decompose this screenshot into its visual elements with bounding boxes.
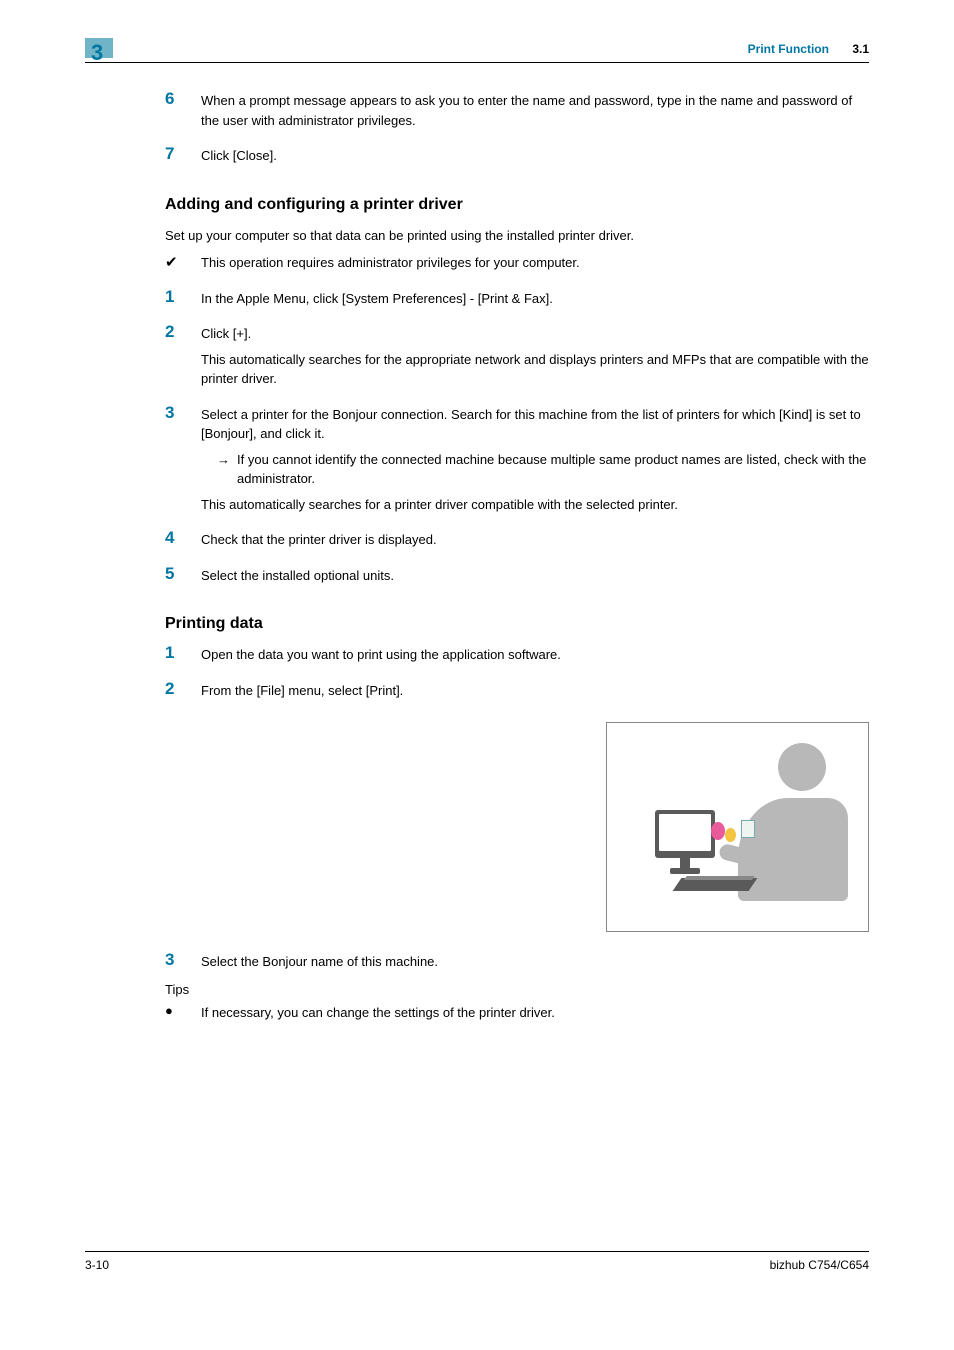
sub-note: → If you cannot identify the connected m… [201,450,869,489]
step-7: 7 Click [Close]. [165,146,869,166]
chapter-number: 3 [91,40,103,66]
step-text: In the Apple Menu, click [System Prefere… [201,289,869,309]
step-cont: This automatically searches for the appr… [201,350,869,389]
step-6: 6 When a prompt message appears to ask y… [165,91,869,130]
step-number: 4 [165,528,201,548]
step-number: 7 [165,144,201,164]
header-section-number: 3.1 [852,42,869,56]
step-text: Click [Close]. [201,146,869,166]
page-number: 3-10 [85,1258,109,1272]
step-number: 1 [165,643,201,663]
footer-rule [85,1251,869,1252]
step-number: 6 [165,89,201,109]
step-text: Select the Bonjour name of this machine. [201,952,869,972]
step-cont: This automatically searches for a printe… [201,495,869,515]
chapter-tab: 3 [85,38,113,58]
header-title: Print Function [748,42,829,56]
bullet-icon: ● [165,1003,201,1023]
arrow-icon: → [217,450,237,489]
header-rule [85,62,869,63]
step-text: Check that the printer driver is display… [201,530,869,550]
step-text: Click [+]. [201,324,869,344]
step-text: Select the installed optional units. [201,566,869,586]
step-a3: 3 Select a printer for the Bonjour conne… [165,405,869,515]
step-a4: 4 Check that the printer driver is displ… [165,530,869,550]
step-b2: 2 From the [File] menu, select [Print]. [165,681,869,701]
step-number: 2 [165,679,201,699]
tips-label: Tips [165,982,869,997]
step-text: Open the data you want to print using th… [201,645,869,665]
check-icon: ✔ [165,253,201,273]
tip-text: If necessary, you can change the setting… [201,1003,869,1023]
step-a1: 1 In the Apple Menu, click [System Prefe… [165,289,869,309]
step-number: 3 [165,403,201,423]
step-number: 3 [165,950,201,970]
section-adding-heading: Adding and configuring a printer driver [165,196,869,214]
section-intro: Set up your computer so that data can be… [165,226,869,246]
section-printing-heading: Printing data [165,615,869,633]
step-a2: 2 Click [+]. This automatically searches… [165,324,869,389]
step-a5: 5 Select the installed optional units. [165,566,869,586]
tip-item: ● If necessary, you can change the setti… [165,1003,869,1023]
step-text: From the [File] menu, select [Print]. [201,681,869,701]
step-text: Select a printer for the Bonjour connect… [201,405,869,444]
step-b1: 1 Open the data you want to print using … [165,645,869,665]
step-number: 5 [165,564,201,584]
check-text: This operation requires administrator pr… [201,253,869,273]
sub-text: If you cannot identify the connected mac… [237,450,869,489]
step-text: When a prompt message appears to ask you… [201,91,869,130]
printing-illustration [606,722,869,932]
check-note: ✔ This operation requires administrator … [165,253,869,273]
step-b3: 3 Select the Bonjour name of this machin… [165,952,869,972]
step-number: 1 [165,287,201,307]
product-name: bizhub C754/C654 [770,1258,869,1272]
step-number: 2 [165,322,201,342]
